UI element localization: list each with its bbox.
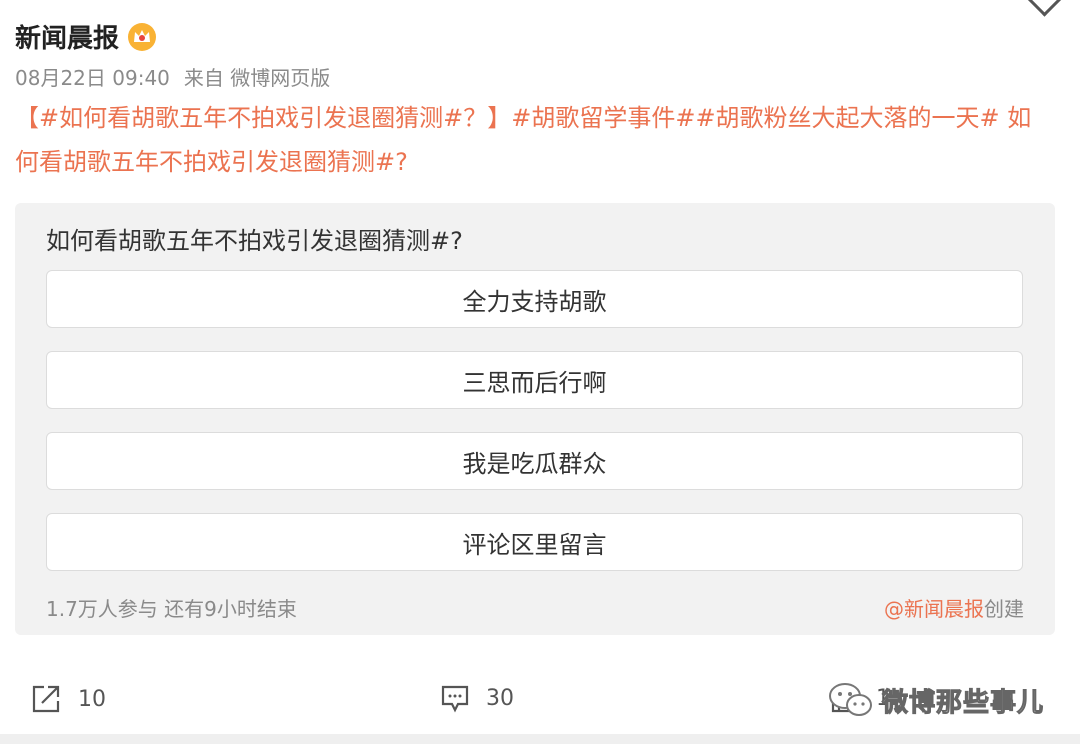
poll-remaining: 还有9小时结束 — [164, 597, 297, 621]
poll-creator: @新闻晨报创建 — [884, 593, 1024, 622]
poll-option[interactable]: 全力支持胡歌 — [46, 270, 1023, 328]
author-name[interactable]: 新闻晨报 — [15, 18, 119, 55]
bottom-divider — [0, 734, 1080, 744]
post-meta: 08月22日 09:40 来自 微博网页版 — [15, 62, 330, 91]
wechat-icon — [829, 683, 872, 716]
hashtag-link[interactable]: #胡歌粉丝大起大落的一天# — [695, 104, 999, 132]
poll-stats: 1.7万人参与 还有9小时结束 — [46, 593, 297, 622]
share-count: 10 — [78, 686, 106, 712]
post-date[interactable]: 08月22日 09:40 — [15, 62, 170, 91]
share-icon — [32, 685, 60, 713]
poll-card: 如何看胡歌五年不拍戏引发退圈猜测#? 全力支持胡歌 三思而后行啊 我是吃瓜群众 … — [15, 203, 1055, 635]
share-button[interactable]: 10 — [30, 683, 106, 715]
poll-option[interactable]: 我是吃瓜群众 — [46, 432, 1023, 490]
post-source: 来自 微博网页版 — [183, 66, 331, 90]
poll-option[interactable]: 三思而后行啊 — [46, 351, 1023, 409]
poll-question: 如何看胡歌五年不拍戏引发退圈猜测#? — [46, 227, 463, 255]
watermark: 微博那些事儿 — [828, 680, 1044, 720]
poll-participants: 1.7万人参与 — [46, 597, 158, 621]
crown-icon — [128, 22, 157, 51]
author-header: 新闻晨报 — [15, 18, 157, 55]
hashtag-link[interactable]: #胡歌留学事件# — [511, 104, 695, 132]
chevron-down-icon[interactable] — [1025, 0, 1064, 17]
comment-count: 30 — [486, 685, 514, 711]
creator-suffix: 创建 — [984, 597, 1024, 621]
hashtag-link[interactable]: 【#如何看胡歌五年不拍戏引发退圈猜测#？】 — [15, 104, 511, 132]
comment-button[interactable]: 30 — [440, 683, 514, 713]
creator-mention[interactable]: @新闻晨报 — [884, 597, 984, 621]
comment-icon — [441, 685, 469, 713]
poll-option[interactable]: 评论区里留言 — [46, 513, 1023, 571]
post-body: 【#如何看胡歌五年不拍戏引发退圈猜测#？】#胡歌留学事件##胡歌粉丝大起大落的一… — [15, 96, 1055, 184]
watermark-text: 微博那些事儿 — [881, 687, 1045, 718]
